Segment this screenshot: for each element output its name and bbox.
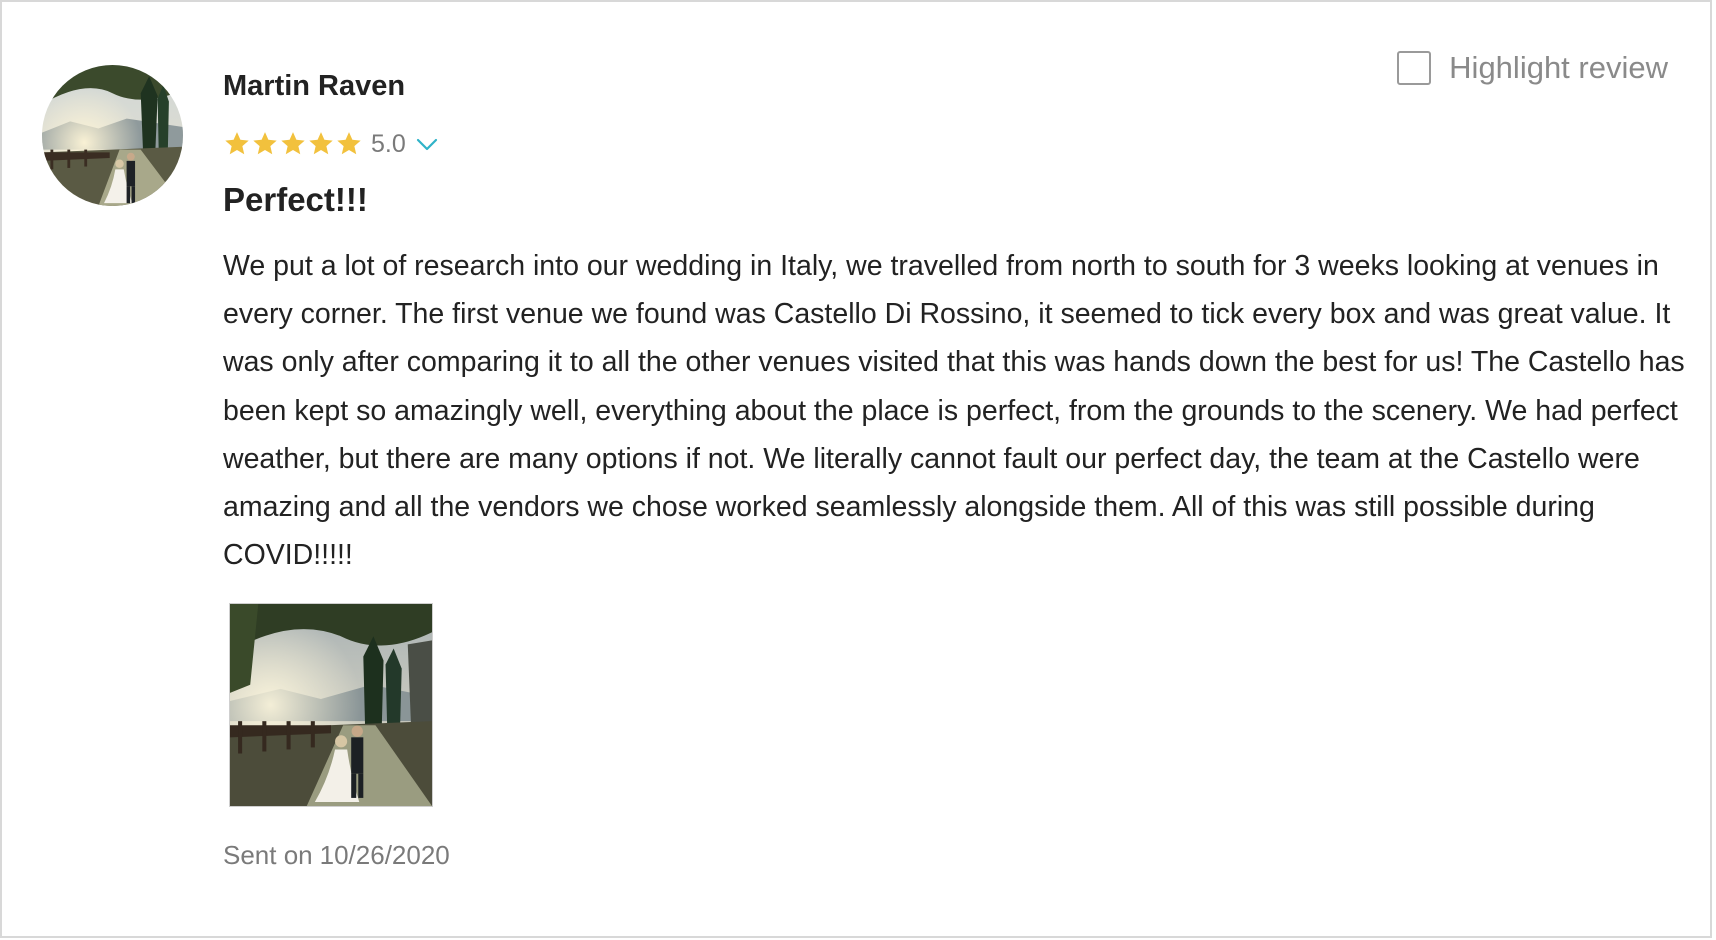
rating-row: 5.0 [223, 127, 439, 161]
highlight-review-toggle[interactable]: Highlight review [1397, 50, 1668, 86]
rating-value: 5.0 [371, 129, 406, 158]
review-card: Martin Raven 5.0 Perfect!!! We put a lot… [0, 0, 1712, 938]
review-body: We put a lot of research into our weddin… [223, 250, 1685, 572]
sent-date-value: 10/26/2020 [319, 840, 450, 870]
sent-prefix: Sent on [223, 840, 313, 870]
highlight-review-checkbox[interactable] [1397, 51, 1432, 85]
star-icon [337, 132, 361, 155]
sent-date: Sent on 10/26/2020 [223, 840, 450, 871]
star-icon [225, 132, 249, 155]
reviewer-name: Martin Raven [223, 70, 406, 102]
review-title: Perfect!!! [223, 181, 368, 218]
star-icon [253, 132, 277, 155]
chevron-down-icon[interactable] [415, 132, 439, 156]
reviewer-avatar [42, 65, 183, 206]
star-icon [309, 132, 333, 155]
star-rating [223, 130, 363, 158]
review-photo-thumbnail[interactable] [229, 603, 433, 807]
star-icon [281, 132, 305, 155]
highlight-review-label[interactable]: Highlight review [1449, 50, 1668, 86]
